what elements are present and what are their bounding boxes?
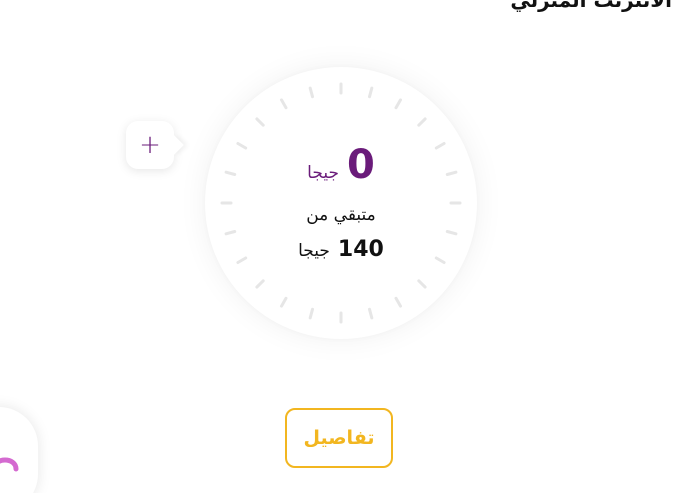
total-value: 140 bbox=[337, 237, 384, 262]
remaining-value: 0 bbox=[346, 142, 375, 188]
add-data-button[interactable]: + bbox=[126, 121, 174, 169]
plus-icon: + bbox=[139, 130, 161, 160]
page: الانترنت المنزلي + جيجا 0 متبقي من جيجا … bbox=[0, 0, 694, 493]
total-row: جيجا 140 bbox=[205, 237, 477, 262]
total-unit: جيجا bbox=[298, 241, 330, 261]
data-usage-gauge: جيجا 0 متبقي من جيجا 140 bbox=[205, 67, 477, 339]
details-button[interactable]: تفاصيل bbox=[285, 408, 393, 468]
remaining-unit: جيجا bbox=[307, 163, 339, 183]
gauge-center: جيجا 0 متبقي من جيجا 140 bbox=[205, 67, 477, 339]
remaining-label: متبقي من bbox=[306, 205, 376, 225]
headset-icon bbox=[0, 457, 19, 472]
remaining-row: جيجا 0 bbox=[205, 145, 477, 185]
support-chat-button[interactable] bbox=[0, 407, 38, 493]
page-title: الانترنت المنزلي bbox=[510, 0, 672, 12]
